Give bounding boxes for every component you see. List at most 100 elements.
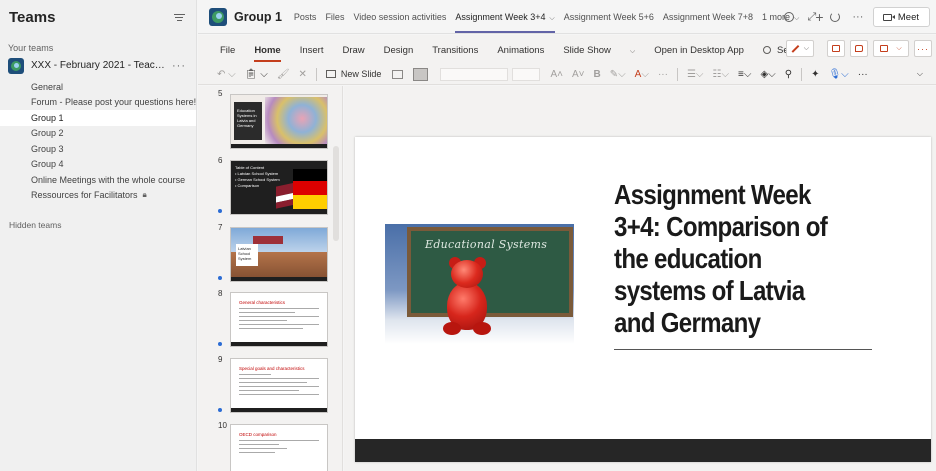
expand-icon[interactable]: ⤢ xyxy=(804,9,820,25)
present-button[interactable]: ⌵ xyxy=(873,40,909,57)
comments-icon[interactable] xyxy=(850,40,868,57)
ribbon-tab-design[interactable]: Design xyxy=(384,35,414,64)
tab-video-session-activities[interactable]: Video session activities xyxy=(353,0,446,34)
ribbon-toolbar: ↶ ⌵ 📋︎ ⌵ 🖌︎ ✕ New Slide A˄ A˅ B ✎⌵ A⌵ ··… xyxy=(198,64,936,84)
channel-online-meetings[interactable]: Online Meetings with the whole course xyxy=(0,172,196,188)
dictate-icon[interactable]: 🎙︎⌵ xyxy=(828,69,848,80)
chevron-down-icon[interactable]: ⌵ xyxy=(547,15,554,22)
team-name: XXX - February 2021 - Teaching & Lea... xyxy=(31,60,168,71)
channel-group-2[interactable]: Group 2 xyxy=(0,126,196,142)
slide-thumbnail-7[interactable]: Latvian School System xyxy=(230,227,328,282)
unseen-change-dot xyxy=(218,209,222,213)
slide-number: 5 xyxy=(218,89,223,98)
tab-posts[interactable]: Posts xyxy=(294,0,317,34)
unseen-change-dot xyxy=(218,342,222,346)
more-options-icon[interactable]: ··· xyxy=(850,9,866,25)
more-font-options-icon[interactable]: ··· xyxy=(658,69,668,80)
channel-forum[interactable]: Forum - Please post your questions here! xyxy=(0,95,196,111)
decrease-font-icon[interactable]: A˅ xyxy=(572,69,585,80)
align-icon[interactable]: ≡⌵ xyxy=(738,69,751,80)
unseen-change-dot xyxy=(218,276,222,280)
numbering-icon[interactable]: ☷⌵ xyxy=(712,69,729,80)
font-family-select[interactable] xyxy=(440,67,509,81)
pen-icon xyxy=(791,44,800,53)
bullets-icon[interactable]: ☰⌵ xyxy=(687,69,704,80)
editing-mode-button[interactable]: ⌵ xyxy=(786,40,814,57)
header-actions: ⤢ ··· Meet xyxy=(781,0,936,34)
channel-general[interactable]: General xyxy=(0,79,196,95)
collapse-ribbon-icon[interactable]: ⌵ xyxy=(917,69,923,79)
title-divider xyxy=(614,349,872,350)
share-icon[interactable] xyxy=(827,40,845,57)
thumbnail-heading: General characteristics xyxy=(239,300,286,305)
new-slide-icon xyxy=(325,70,336,78)
designer-ideas-icon[interactable]: ✦ xyxy=(811,69,819,80)
lightbulb-search-icon xyxy=(762,46,771,54)
delete-icon[interactable]: ✕ xyxy=(299,69,307,80)
present-icon xyxy=(880,45,889,52)
slide-number: 8 xyxy=(218,289,223,298)
shapes-icon[interactable]: ◈⌵ xyxy=(760,69,775,80)
slide-number: 6 xyxy=(218,156,223,165)
ribbon-tab-file[interactable]: File xyxy=(220,35,235,64)
ribbon-tab-draw[interactable]: Draw xyxy=(342,35,364,64)
slide-title[interactable]: Assignment Week 3+4: Comparison of the e… xyxy=(614,179,846,339)
ribbon-tab-home[interactable]: Home xyxy=(254,35,282,64)
designer-icon[interactable] xyxy=(413,67,429,81)
font-size-select[interactable] xyxy=(512,67,541,81)
meet-button[interactable]: Meet xyxy=(872,7,930,27)
ribbon-tab-animations[interactable]: Animations xyxy=(497,35,544,64)
thumbnails-scrollbar[interactable] xyxy=(333,146,339,241)
bold-icon[interactable]: B xyxy=(593,69,600,80)
layout-icon[interactable] xyxy=(392,69,404,79)
team-avatar xyxy=(8,57,24,74)
open-in-desktop-app-button[interactable]: Open in Desktop App xyxy=(654,35,744,64)
channel-group-3[interactable]: Group 3 xyxy=(0,141,196,157)
undo-icon[interactable]: ↶ ⌵ xyxy=(217,69,236,80)
chalkboard-bear-image[interactable]: Educational Systems xyxy=(385,224,574,344)
highlight-icon[interactable]: ✎⌵ xyxy=(610,69,626,80)
ribbon-tab-slide-show[interactable]: Slide Show xyxy=(563,35,611,64)
slide-thumbnails-pane: 5 Education Systems in Latvia and Germany 6… xyxy=(198,86,343,471)
slide-thumbnail-9[interactable]: Special goals and characteristics xyxy=(230,358,328,413)
hidden-teams-label[interactable]: Hidden teams xyxy=(0,203,196,230)
channel-name: Group 1 xyxy=(234,9,282,24)
toolbar-divider xyxy=(676,67,678,81)
channel-ressources-facilitators[interactable]: Ressources for Facilitators 🔒︎ xyxy=(0,188,196,204)
new-slide-button[interactable]: New Slide xyxy=(325,69,381,79)
refresh-icon[interactable] xyxy=(827,9,843,25)
slide-thumbnail-10[interactable]: OECD comparison xyxy=(230,424,328,471)
chalkboard-text: Educational Systems xyxy=(425,238,548,251)
chevron-down-icon: ⌵ xyxy=(803,44,809,52)
filter-icon[interactable] xyxy=(172,10,186,24)
ribbon-more-options-icon[interactable]: ··· xyxy=(914,40,932,57)
tab-assignment-week-3-4[interactable]: Assignment Week 3+4 ⌵ xyxy=(455,0,556,34)
toolbar-more-icon[interactable]: ··· xyxy=(858,69,868,80)
tab-assignment-week-5-6[interactable]: Assignment Week 5+6 xyxy=(564,0,654,34)
tab-files[interactable]: Files xyxy=(325,0,344,34)
channel-group-1[interactable]: Group 1 xyxy=(0,110,196,126)
slide-thumbnail-8[interactable]: General characteristics xyxy=(230,292,328,347)
ribbon-more-tabs-chevron-icon[interactable]: ⌵ xyxy=(630,35,635,64)
team-more-options-icon[interactable]: ··· xyxy=(172,60,186,72)
teams-panel: Teams Your teams XXX - February 2021 - T… xyxy=(0,0,197,471)
find-icon[interactable]: ⚲ xyxy=(785,69,792,80)
font-color-icon[interactable]: A⌵ xyxy=(635,69,649,80)
slide-thumbnail-5[interactable]: Education Systems in Latvia and Germany xyxy=(230,94,328,149)
tab-assignment-week-7-8[interactable]: Assignment Week 7+8 xyxy=(663,0,753,34)
current-slide[interactable]: Educational Systems Assignment Week 3+4:… xyxy=(355,137,931,462)
ribbon-tab-transitions[interactable]: Transitions xyxy=(432,35,478,64)
unseen-change-dot xyxy=(218,408,222,412)
paste-icon[interactable]: 📋︎ ⌵ xyxy=(245,69,268,80)
toolbar-divider xyxy=(801,67,803,81)
channel-group-4[interactable]: Group 4 xyxy=(0,157,196,173)
format-painter-icon[interactable]: 🖌︎ xyxy=(277,69,290,80)
meet-label: Meet xyxy=(897,11,919,23)
increase-font-icon[interactable]: A˄ xyxy=(550,69,563,80)
slide-number: 10 xyxy=(218,421,227,430)
team-row[interactable]: XXX - February 2021 - Teaching & Lea... … xyxy=(0,56,196,75)
toolbar-divider xyxy=(315,67,317,81)
slide-thumbnail-6[interactable]: Table of Content • Latvian School System •… xyxy=(230,160,328,215)
conversation-icon[interactable] xyxy=(781,9,797,25)
ribbon-tab-insert[interactable]: Insert xyxy=(300,35,324,64)
